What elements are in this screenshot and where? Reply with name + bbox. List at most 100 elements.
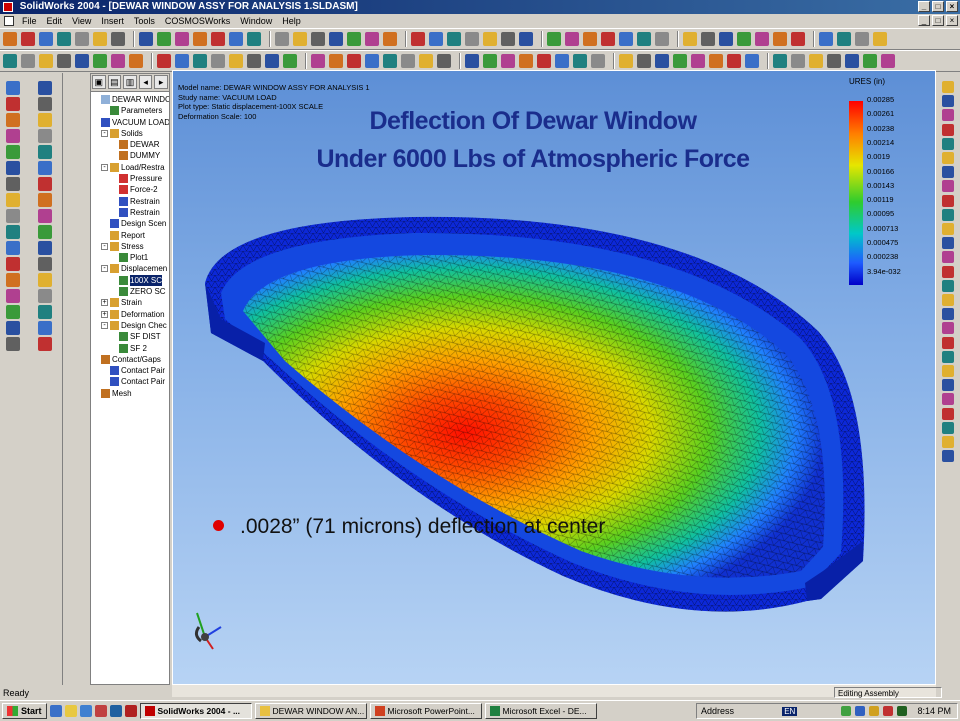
toolbar-button-icon[interactable] xyxy=(519,32,533,46)
toolbar-button-icon[interactable] xyxy=(755,32,769,46)
toolbar-button-icon[interactable] xyxy=(311,32,325,46)
toolbar-button-icon[interactable] xyxy=(157,32,171,46)
toolbar-button-icon[interactable] xyxy=(293,32,307,46)
toolbar-button-icon[interactable] xyxy=(655,32,669,46)
menu-file[interactable]: File xyxy=(17,16,42,26)
sketch-tool-icon[interactable] xyxy=(942,279,954,292)
toolbar-button-icon[interactable] xyxy=(157,54,171,68)
quicklaunch-solidworks-icon[interactable] xyxy=(124,705,137,717)
toolbar-button-icon[interactable] xyxy=(873,32,887,46)
command-button-icon[interactable] xyxy=(38,81,52,95)
toolbar-button-icon[interactable] xyxy=(655,54,669,68)
arrow-right-icon[interactable]: ▸ xyxy=(154,75,168,89)
toolbar-button-icon[interactable] xyxy=(75,32,89,46)
sketch-tool-icon[interactable] xyxy=(942,109,954,122)
command-button-icon[interactable] xyxy=(38,97,52,111)
tray-network-icon[interactable] xyxy=(841,706,852,716)
toolbar-button-icon[interactable] xyxy=(709,54,723,68)
collapse-icon[interactable]: - xyxy=(101,129,108,137)
sketch-tool-icon[interactable] xyxy=(942,393,954,406)
sketch-tool-icon[interactable] xyxy=(942,81,954,93)
toolbar-button-icon[interactable] xyxy=(519,54,533,68)
toolbar-button-icon[interactable] xyxy=(673,54,687,68)
command-button-icon[interactable] xyxy=(38,129,52,143)
sketch-tool-icon[interactable] xyxy=(942,208,954,221)
toolbar-button-icon[interactable] xyxy=(283,54,297,68)
tree-item[interactable]: Force-2 xyxy=(91,184,169,195)
tree-item[interactable]: Plot1 xyxy=(91,252,169,263)
sketch-tool-icon[interactable] xyxy=(942,152,954,164)
quicklaunch-media-icon[interactable] xyxy=(94,705,107,717)
tree-item[interactable]: Design Scen xyxy=(91,218,169,229)
command-button-icon[interactable] xyxy=(38,113,52,127)
command-button-icon[interactable] xyxy=(6,241,20,255)
command-button-icon[interactable] xyxy=(38,321,52,335)
toolbar-button-icon[interactable] xyxy=(211,54,225,68)
expand-icon[interactable]: + xyxy=(101,310,108,318)
toolbar-button-icon[interactable] xyxy=(827,54,841,68)
part-icon[interactable]: ▣ xyxy=(92,75,106,89)
toolbar-button-icon[interactable] xyxy=(3,54,17,68)
quicklaunch-outlook-icon[interactable] xyxy=(109,705,122,717)
sketch-tool-icon[interactable] xyxy=(942,294,954,306)
collapse-icon[interactable]: - xyxy=(101,242,108,250)
tree-item[interactable]: SF 2 xyxy=(91,343,169,354)
toolbar-button-icon[interactable] xyxy=(429,32,443,46)
toolbar-button-icon[interactable] xyxy=(773,32,787,46)
sketch-tool-icon[interactable] xyxy=(942,223,954,235)
toolbar-button-icon[interactable] xyxy=(701,32,715,46)
arrow-left-icon[interactable]: ◂ xyxy=(138,75,153,89)
toolbar-button-icon[interactable] xyxy=(329,32,343,46)
toolbar-button-icon[interactable] xyxy=(275,32,289,46)
toolbar-button-icon[interactable] xyxy=(229,54,243,68)
start-button[interactable]: Start xyxy=(2,703,47,719)
config-icon[interactable]: ▥ xyxy=(123,75,137,89)
task-powerpoint[interactable]: Microsoft PowerPoint... xyxy=(369,703,482,719)
task-dewar-window-folder[interactable]: DEWAR WINDOW AN... xyxy=(254,703,367,719)
toolbar-button-icon[interactable] xyxy=(311,54,325,68)
command-button-icon[interactable] xyxy=(6,81,20,95)
toolbar-button-icon[interactable] xyxy=(501,32,515,46)
doc-minimize-button[interactable]: _ xyxy=(918,15,930,26)
toolbar-button-icon[interactable] xyxy=(547,32,561,46)
tree-item[interactable]: - Design Chec xyxy=(91,320,169,331)
toolbar-button-icon[interactable] xyxy=(791,32,805,46)
toolbar-button-icon[interactable] xyxy=(329,54,343,68)
toolbar-button-icon[interactable] xyxy=(483,32,497,46)
toolbar-button-icon[interactable] xyxy=(447,32,461,46)
toolbar-button-icon[interactable] xyxy=(809,54,823,68)
sketch-tool-icon[interactable] xyxy=(942,379,954,392)
sketch-tool-icon[interactable] xyxy=(942,251,954,264)
toolbar-button-icon[interactable] xyxy=(265,54,279,68)
document-icon[interactable] xyxy=(4,16,14,26)
sketch-tool-icon[interactable] xyxy=(942,407,954,420)
tree-item[interactable]: Contact Pair xyxy=(91,376,169,387)
toolbar-button-icon[interactable] xyxy=(437,54,451,68)
sketch-tool-icon[interactable] xyxy=(942,166,954,179)
command-button-icon[interactable] xyxy=(6,337,20,351)
command-button-icon[interactable] xyxy=(6,273,20,287)
tree-item[interactable]: - Stress xyxy=(91,241,169,252)
toolbar-button-icon[interactable] xyxy=(365,32,379,46)
tray-monitor-icon[interactable] xyxy=(855,706,866,716)
command-button-icon[interactable] xyxy=(6,161,20,175)
toolbar-button-icon[interactable] xyxy=(383,54,397,68)
toolbar-button-icon[interactable] xyxy=(837,32,851,46)
toolbar-button-icon[interactable] xyxy=(419,54,433,68)
language-indicator[interactable]: EN xyxy=(782,706,798,716)
quicklaunch-folder-icon[interactable] xyxy=(64,705,77,717)
toolbar-button-icon[interactable] xyxy=(411,32,425,46)
toolbar-button-icon[interactable] xyxy=(791,54,805,68)
menu-tools[interactable]: Tools xyxy=(129,16,160,26)
toolbar-button-icon[interactable] xyxy=(3,32,17,46)
sketch-tool-icon[interactable] xyxy=(942,322,954,335)
command-button-icon[interactable] xyxy=(6,97,20,111)
toolbar-button-icon[interactable] xyxy=(745,54,759,68)
sketch-tool-icon[interactable] xyxy=(942,436,954,448)
tree-item[interactable]: SF DIST xyxy=(91,331,169,342)
toolbar-button-icon[interactable] xyxy=(347,32,361,46)
sketch-tool-icon[interactable] xyxy=(942,95,954,108)
command-button-icon[interactable] xyxy=(38,337,52,351)
toolbar-button-icon[interactable] xyxy=(247,54,261,68)
toolbar-button-icon[interactable] xyxy=(229,32,243,46)
